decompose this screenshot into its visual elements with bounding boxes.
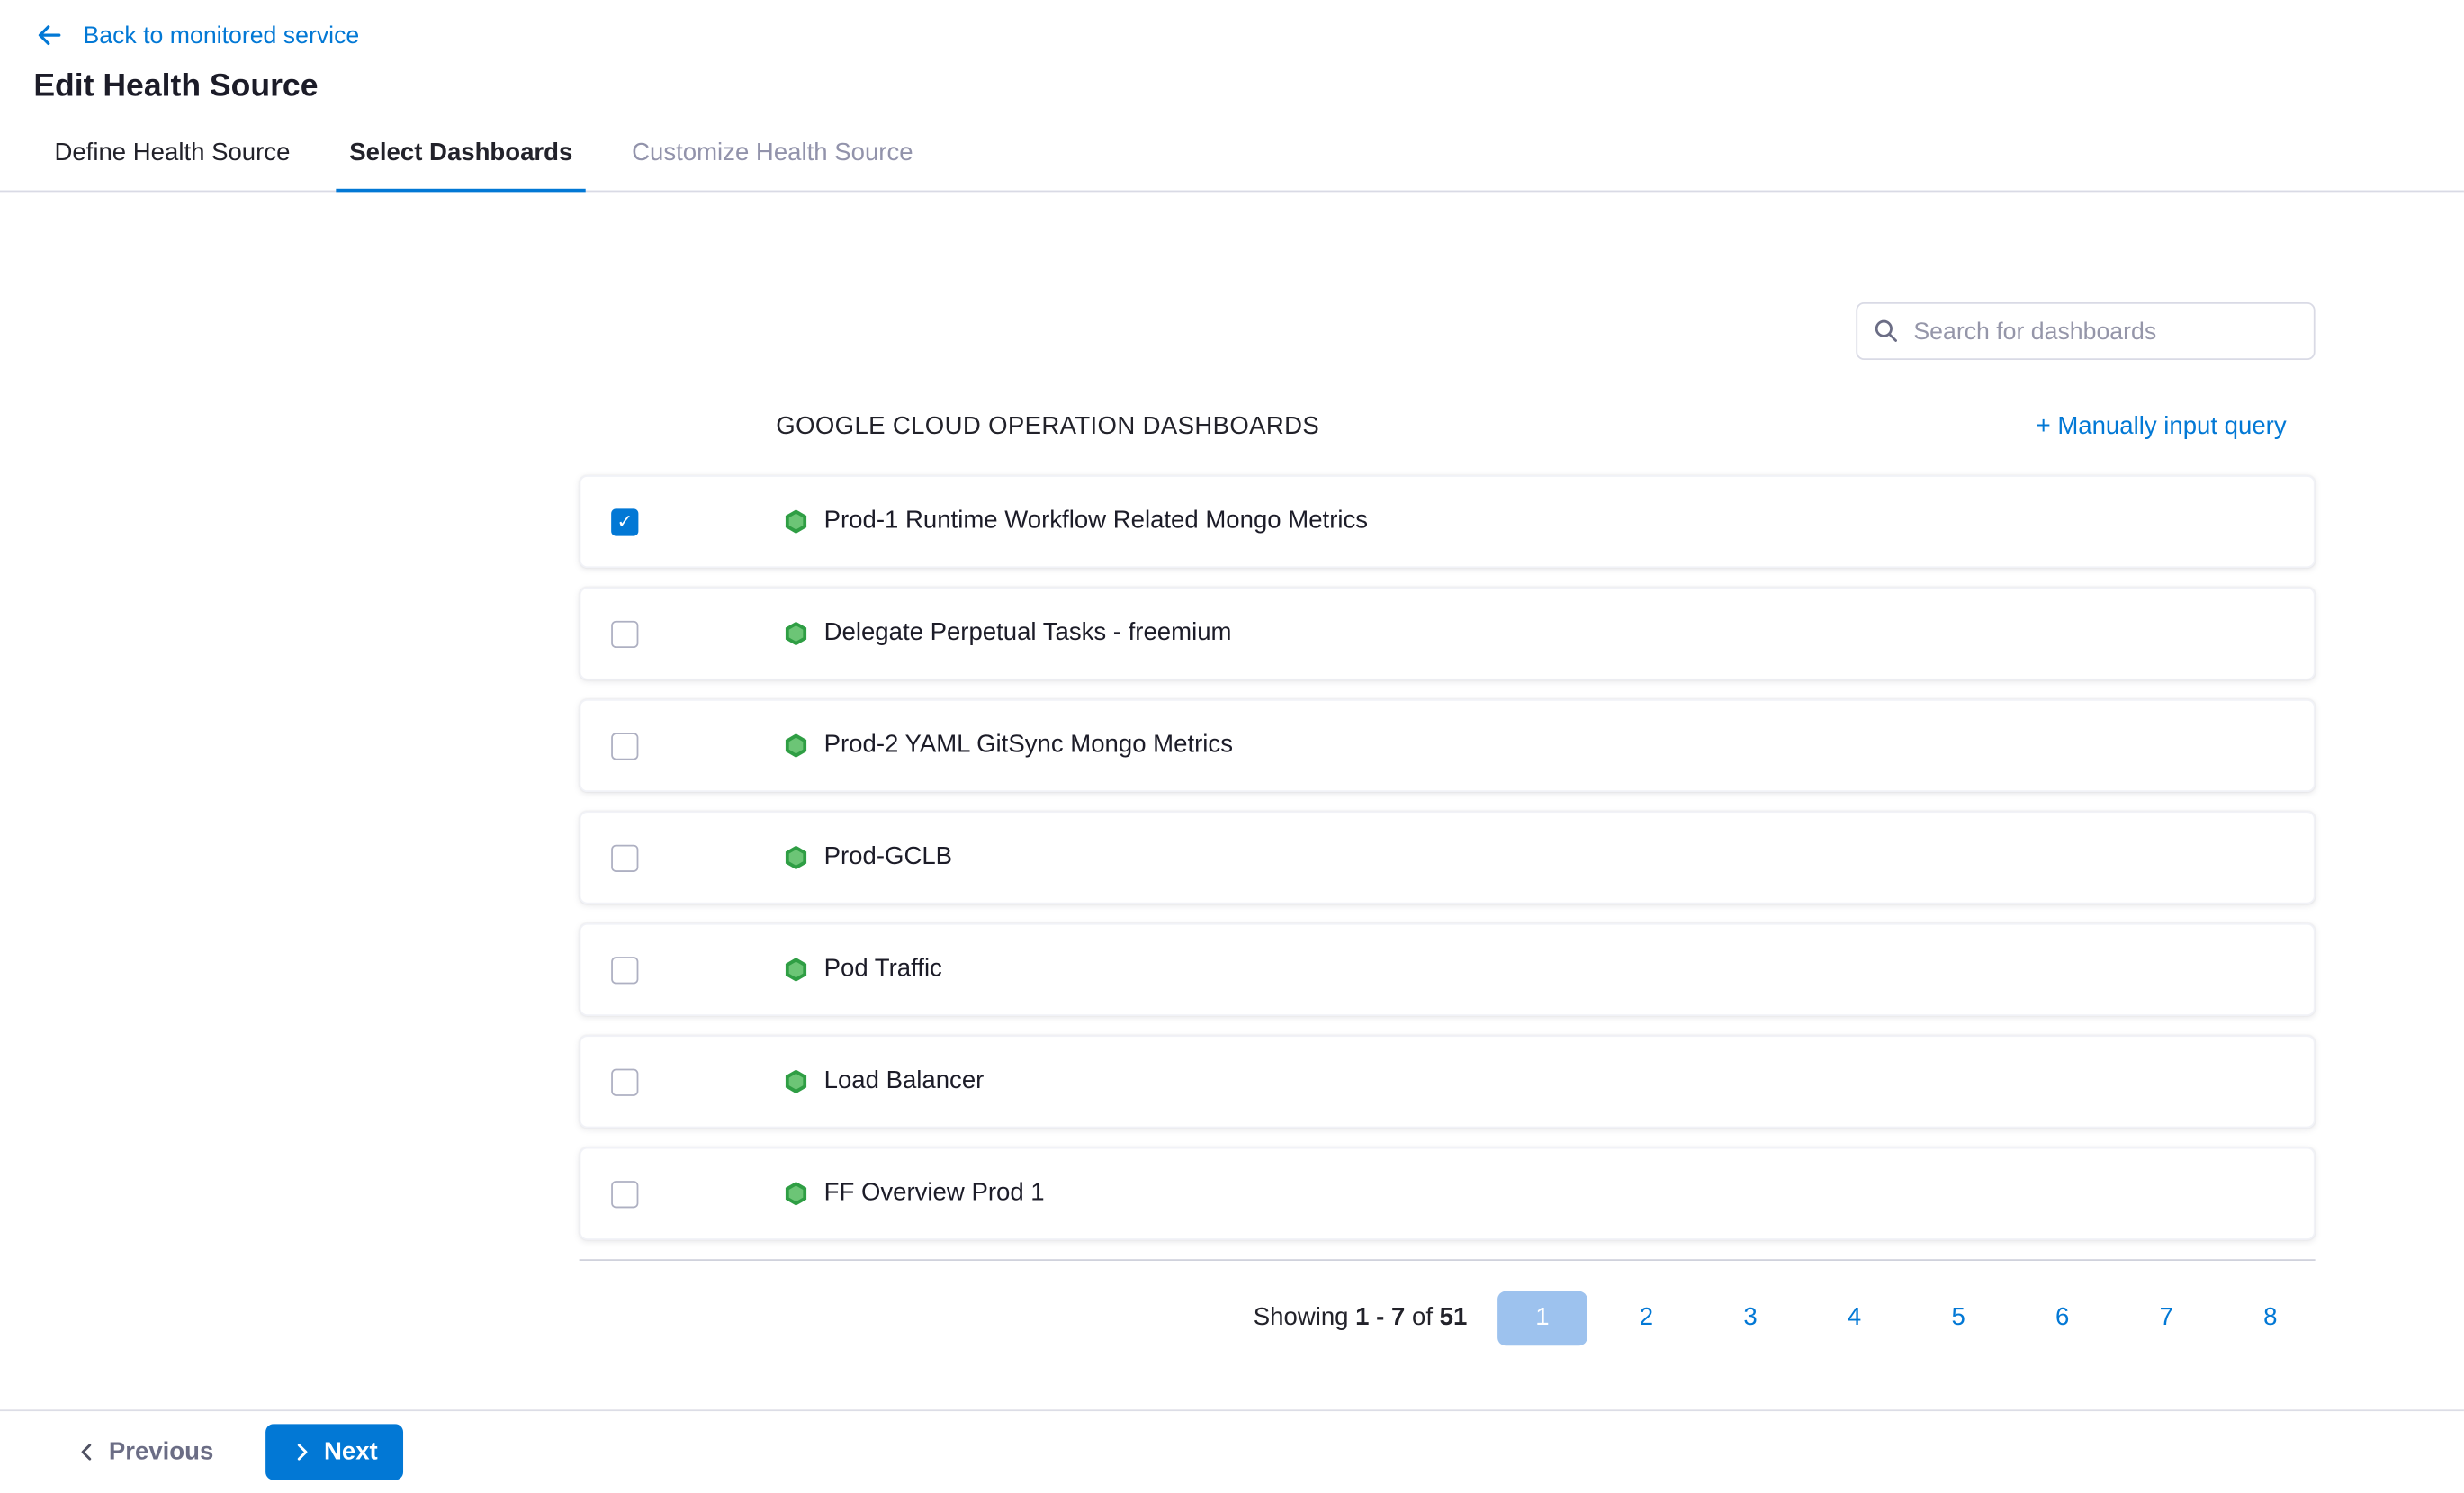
next-button[interactable]: Next: [266, 1424, 403, 1480]
chevron-right-icon: [292, 1442, 312, 1462]
page-button-7[interactable]: 7: [2121, 1291, 2211, 1345]
list-item[interactable]: Prod-1 Runtime Workflow Related Mongo Me…: [580, 475, 2316, 568]
dashboard-search: [1856, 302, 2315, 360]
chevron-left-icon: [76, 1442, 97, 1462]
table-header-row: GOOGLE CLOUD OPERATION DASHBOARDS + Manu…: [580, 393, 2316, 461]
edit-health-source-page: Back to monitored service Edit Health So…: [0, 0, 2464, 1493]
gcp-dashboard-icon: [782, 732, 809, 760]
gcp-dashboard-icon: [782, 843, 809, 872]
dashboard-table: GOOGLE CLOUD OPERATION DASHBOARDS + Manu…: [580, 393, 2316, 1368]
page-button-6[interactable]: 6: [2018, 1291, 2108, 1345]
row-checkbox-4[interactable]: [611, 956, 638, 983]
dashboard-label: Delegate Perpetual Tasks - freemium: [824, 619, 1232, 648]
back-row: Back to monitored service: [0, 0, 2464, 49]
list-item[interactable]: FF Overview Prod 1: [580, 1147, 2316, 1240]
page-button-4[interactable]: 4: [1810, 1291, 1900, 1345]
dashboard-label: Prod-GCLB: [824, 843, 952, 872]
search-input[interactable]: [1856, 302, 2315, 360]
list-item[interactable]: Pod Traffic: [580, 923, 2316, 1016]
page-button-8[interactable]: 8: [2226, 1291, 2316, 1345]
dashboard-label: Pod Traffic: [824, 955, 942, 984]
row-checkbox-6[interactable]: [611, 1180, 638, 1207]
row-checkbox-0[interactable]: [611, 508, 638, 535]
page-title: Edit Health Source: [33, 68, 2464, 105]
back-arrow-icon[interactable]: [35, 21, 64, 49]
previous-button[interactable]: Previous: [76, 1437, 213, 1466]
pagination: Showing 1 - 7 of 51 12345678: [580, 1261, 2316, 1368]
gcp-dashboard-icon: [782, 955, 809, 984]
tab-define-health-source[interactable]: Define Health Source: [41, 139, 302, 193]
dashboard-list: Prod-1 Runtime Workflow Related Mongo Me…: [580, 475, 2316, 1240]
row-checkbox-1[interactable]: [611, 620, 638, 647]
next-button-label: Next: [324, 1437, 378, 1466]
dashboard-label: FF Overview Prod 1: [824, 1179, 1045, 1208]
page-button-5[interactable]: 5: [1913, 1291, 2003, 1345]
pagination-summary: Showing 1 - 7 of 51: [1254, 1304, 1468, 1333]
dashboard-label: Prod-1 Runtime Workflow Related Mongo Me…: [824, 508, 1368, 536]
tab-select-dashboards[interactable]: Select Dashboards: [337, 139, 586, 193]
dashboard-label: Prod-2 YAML GitSync Mongo Metrics: [824, 732, 1233, 760]
gcp-dashboard-icon: [782, 508, 809, 536]
list-item[interactable]: Load Balancer: [580, 1035, 2316, 1128]
manually-input-query-link[interactable]: + Manually input query: [2037, 413, 2287, 442]
page-button-3[interactable]: 3: [1705, 1291, 1795, 1345]
previous-button-label: Previous: [109, 1437, 213, 1466]
back-to-monitored-service-link[interactable]: Back to monitored service: [83, 22, 359, 49]
row-checkbox-3[interactable]: [611, 844, 638, 871]
list-item[interactable]: Delegate Perpetual Tasks - freemium: [580, 587, 2316, 679]
gcp-dashboard-icon: [782, 1179, 809, 1208]
dashboard-label: Load Balancer: [824, 1067, 985, 1096]
tab-bar: Define Health Source Select Dashboards C…: [0, 139, 2464, 193]
page-button-2[interactable]: 2: [1602, 1291, 1692, 1345]
table-column-header: GOOGLE CLOUD OPERATION DASHBOARDS: [580, 413, 1320, 442]
list-item[interactable]: Prod-GCLB: [580, 811, 2316, 904]
list-item[interactable]: Prod-2 YAML GitSync Mongo Metrics: [580, 699, 2316, 792]
page-buttons: 12345678: [1483, 1291, 2316, 1345]
row-checkbox-5[interactable]: [611, 1068, 638, 1095]
gcp-dashboard-icon: [782, 619, 809, 648]
row-checkbox-2[interactable]: [611, 732, 638, 759]
tab-customize-health-source[interactable]: Customize Health Source: [619, 139, 926, 193]
wizard-footer: Previous Next: [0, 1409, 2464, 1492]
page-button-1[interactable]: 1: [1497, 1291, 1587, 1345]
gcp-dashboard-icon: [782, 1067, 809, 1096]
